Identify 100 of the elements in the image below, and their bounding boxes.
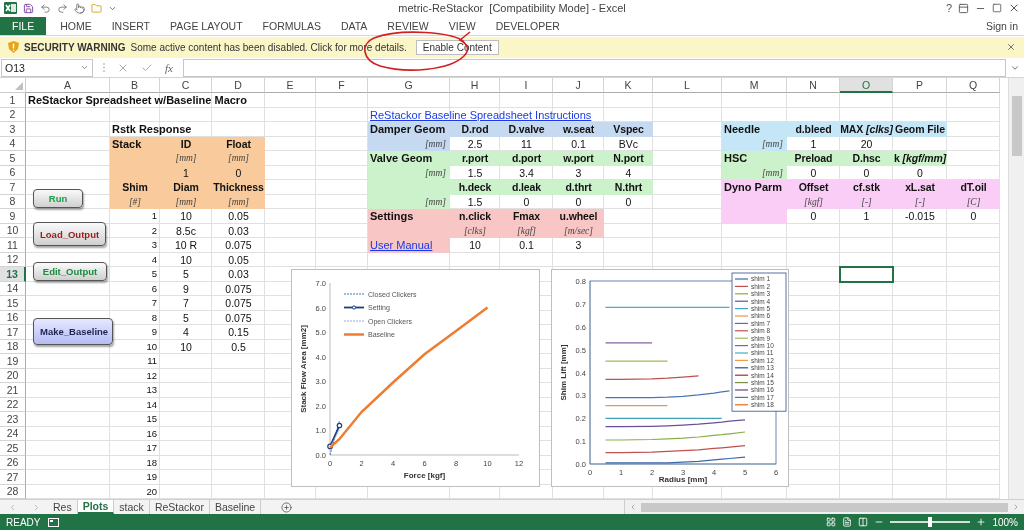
column-heading: Diam (160, 180, 212, 195)
column-heading: D.rod (450, 122, 500, 137)
table-cell-text: 7 (182, 296, 190, 311)
table-cell-text: 0.05 (227, 209, 250, 224)
table-cell-text: 0 (809, 209, 818, 224)
column-heading: u.wheel (553, 209, 604, 224)
table-cell-text: 3 (574, 165, 583, 181)
table-cell-text: 20 (859, 136, 874, 152)
column-heading: d.thrt (553, 180, 604, 195)
column-heading: d.port (500, 151, 553, 166)
shim-number: 6 (150, 281, 158, 296)
shim-number: 8 (150, 310, 158, 325)
shim-number: 18 (145, 455, 158, 470)
column-heading: Thickness (212, 180, 265, 195)
table-cell-text: 0 (809, 165, 818, 181)
column-heading: Geom File (893, 122, 947, 137)
shim-number: 10 (145, 339, 158, 354)
unit-label: [mm] (212, 151, 265, 166)
column-heading: d.leak (500, 180, 553, 195)
shim-number: 16 (145, 426, 158, 441)
table-cell-text: 4 (182, 325, 190, 340)
column-heading: cf.stk (840, 180, 893, 195)
table-cell-text: 10 (179, 339, 193, 355)
column-heading: Shim (110, 180, 160, 195)
table-cell-text: 0.075 (224, 281, 253, 297)
shim-number: 3 (150, 238, 158, 253)
table-cell-text: 3 (574, 238, 583, 253)
table-cell-text: 0.1 (570, 136, 587, 152)
column-heading: d.bleed (787, 122, 840, 137)
section-label: Valve Geom (368, 151, 450, 166)
shim-number: 15 (145, 412, 158, 427)
table-cell-text: 5 (182, 267, 190, 282)
axis-title: Shim Lift [mm] (559, 344, 568, 401)
table-cell-text: 0 (522, 194, 531, 210)
table-cell-text: 0.075 (224, 296, 253, 311)
column-heading: Offset (787, 180, 840, 195)
shim-number: 11 (146, 354, 158, 369)
table-cell-text: 10 (468, 238, 482, 253)
shim-number: 5 (150, 267, 158, 282)
column-heading: w.port (553, 151, 604, 166)
table-cell-text: 10 (179, 252, 193, 268)
shim-number: 2 (150, 223, 158, 238)
column-heading: MAX [clks] (840, 122, 893, 137)
column-heading: Float (212, 136, 265, 152)
table-cell-text: 0 (969, 209, 978, 224)
shim-number: 1 (150, 209, 158, 224)
table-cell-text: BVc (617, 136, 640, 152)
table-cell-text: 1.5 (466, 165, 484, 181)
table-cell-text: 0 (862, 165, 871, 181)
table-cell-text: 4 (624, 165, 633, 181)
shim-number: 9 (150, 325, 158, 340)
column-heading: n.click (450, 209, 500, 224)
axis-title: Force [kgf] (403, 471, 446, 481)
column-heading: N.port (604, 151, 653, 166)
column-heading: r.port (450, 151, 500, 166)
unit-label: [mm] (160, 151, 212, 166)
table-cell-text: 9 (182, 281, 190, 297)
shim-number: 14 (145, 397, 158, 412)
table-cell-text: 2.5 (466, 136, 484, 152)
table-cell-text: 0 (574, 194, 583, 210)
axis-title: Radius [mm] (658, 475, 708, 485)
column-heading: k [kgf/mm] (893, 151, 947, 166)
column-heading: w.seat (553, 122, 604, 137)
shim-number: 13 (145, 383, 158, 398)
table-cell-text: 0.03 (227, 223, 250, 239)
table-cell-text: 0.15 (227, 325, 250, 340)
table-cell-text: 0 (916, 165, 924, 181)
axis-title: Stack Flow Area [mm2] (299, 325, 308, 414)
column-heading: N.thrt (604, 180, 653, 195)
shim-number: 7 (150, 296, 158, 311)
warning-title: SECURITY WARNING (24, 42, 126, 53)
table-cell-text: 8.5c (175, 223, 197, 239)
table-cell-text: 1 (862, 209, 871, 224)
section-label: HSC (722, 151, 787, 166)
column-heading: Vspec (604, 122, 653, 137)
shim-number: 12 (145, 368, 158, 383)
table-cell-text: 0.1 (518, 238, 535, 253)
column-heading: D.hsc (840, 151, 893, 166)
table-cell-text: 0.05 (227, 252, 250, 268)
sheet-title: ReStackor Spreadsheet w/Baseline Macro (27, 93, 247, 108)
table-cell-text: 1 (809, 136, 818, 152)
section-label: Dyno Parm (722, 180, 787, 195)
window-title: metric-ReStackor [Compatibility Mode] - Excel (398, 2, 626, 15)
table-cell-text: 0.075 (224, 310, 253, 326)
table-cell-text: 0.075 (224, 238, 253, 253)
column-heading: h.deck (450, 180, 500, 195)
table-cell-text: 0.03 (227, 267, 250, 282)
table-cell-text: 10 (179, 209, 193, 224)
table-cell-text: -0.015 (904, 209, 936, 224)
column-heading: dT.oil (947, 180, 1000, 195)
column-heading: D.valve (500, 122, 553, 137)
table-cell-text: 5 (182, 310, 190, 326)
section-label: Rstk Response (111, 122, 192, 137)
section-label: Damper Geom (368, 122, 450, 137)
column-heading: Preload (787, 151, 840, 166)
section-label: Needle (722, 122, 787, 137)
column-heading: xL.sat (893, 180, 947, 195)
shim-number: 17 (145, 441, 158, 456)
table-cell-text: 10 R (173, 238, 199, 253)
section-label: Settings (368, 209, 450, 224)
